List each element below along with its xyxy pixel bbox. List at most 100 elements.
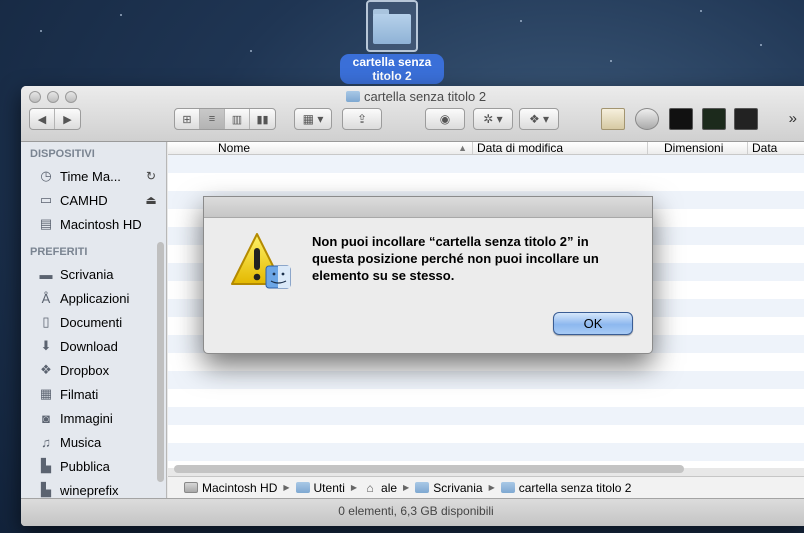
status-bar: 0 elementi, 6,3 GB disponibili <box>21 498 804 526</box>
eject-icon[interactable]: ⏏ <box>143 193 159 207</box>
window-title-text: cartella senza titolo 2 <box>363 89 487 104</box>
path-item-ale[interactable]: ⌂ ale <box>363 481 397 495</box>
icon-view-button[interactable]: ⊞ <box>175 109 200 129</box>
alert-message: Non puoi incollare “cartella senza titol… <box>312 234 599 283</box>
textedit-app-icon[interactable] <box>601 108 625 130</box>
sidebar-item-download[interactable]: ⬇ Download <box>21 334 166 358</box>
sidebar-item-label: wineprefix <box>60 482 119 498</box>
drive-icon: ▭ <box>39 192 53 207</box>
sidebar-item-musica[interactable]: ♫ Musica <box>21 430 166 454</box>
coverflow-view-button[interactable]: ▮▮ <box>250 109 275 129</box>
sidebar-item-applicazioni[interactable]: Å Applicazioni <box>21 286 166 310</box>
arrange-button[interactable]: ▦ ▾ <box>294 108 332 130</box>
terminal-app-icon[interactable] <box>669 108 693 130</box>
disk-utility-app-icon[interactable] <box>635 108 659 130</box>
sidebar-scrollbar[interactable] <box>157 242 164 482</box>
console-app-icon[interactable] <box>734 108 758 130</box>
column-data-modifica[interactable]: Data di modifica <box>473 142 648 154</box>
activity-monitor-app-icon[interactable] <box>702 108 726 130</box>
caution-icon <box>231 233 291 289</box>
action-button[interactable]: ✲ ▾ <box>473 108 513 130</box>
sidebar-item-macintosh-hd[interactable]: ▤ Macintosh HD <box>21 212 166 236</box>
sidebar-item-label: Filmati <box>60 386 99 402</box>
folder-icon: ▙ <box>41 482 51 497</box>
forward-button[interactable]: ▶ <box>55 109 80 129</box>
path-item-current-folder[interactable]: cartella senza titolo 2 <box>500 481 631 495</box>
folder-icon[interactable] <box>366 0 418 52</box>
sidebar-item-label: CAMHD <box>60 192 108 208</box>
sidebar-item-documenti[interactable]: ▯ Documenti <box>21 310 166 334</box>
public-folder-icon: ▙ <box>41 458 51 473</box>
back-button[interactable]: ◀ <box>30 109 55 129</box>
grid-icon: ⊞ <box>182 113 192 126</box>
sidebar-heading-devices: DISPOSITIVI <box>30 148 95 160</box>
toolbar-overflow-button[interactable]: » <box>789 110 797 127</box>
path-separator-icon: ▶ <box>488 483 495 492</box>
path-bar: Macintosh HD ▶ Utenti ▶ ⌂ ale ▶ Scrivania… <box>168 476 804 498</box>
column-label: Data <box>752 141 778 155</box>
time-machine-icon: ◷ <box>40 168 52 183</box>
quicklook-button[interactable]: ◉ <box>425 108 465 130</box>
column-label: Data di modifica <box>477 141 564 155</box>
ok-button[interactable]: OK <box>553 312 633 335</box>
applications-icon: Å <box>41 290 51 306</box>
list-view-button[interactable]: ≡ <box>200 109 225 129</box>
column-data[interactable]: Data <box>748 142 804 154</box>
hard-drive-icon <box>184 482 198 493</box>
sidebar-item-label: Macintosh HD <box>60 216 142 232</box>
column-nome[interactable]: Nome ▲ <box>168 142 473 154</box>
desktop-folder[interactable]: cartella senza titolo 2 <box>340 0 444 84</box>
path-item-macintosh-hd[interactable]: Macintosh HD <box>184 481 277 495</box>
dropbox-menu-button[interactable]: ❖ ▾ <box>519 108 559 130</box>
sidebar-item-label: Scrivania <box>60 266 114 282</box>
path-item-label: Scrivania <box>433 480 483 495</box>
hard-drive-icon: ▤ <box>39 216 53 231</box>
sidebar-item-label: Dropbox <box>60 362 110 378</box>
sidebar-item-dropbox[interactable]: ❖ Dropbox <box>21 358 166 382</box>
music-icon: ♫ <box>41 434 51 450</box>
sort-indicator-icon: ▲ <box>458 143 467 153</box>
path-item-label: ale <box>381 480 398 495</box>
sidebar-item-pubblica[interactable]: ▙ Pubblica <box>21 454 166 478</box>
folder-icon <box>500 482 515 493</box>
dialog-topbar <box>204 197 652 218</box>
sidebar-item-camhd[interactable]: ▭ CAMHD ⏏ <box>21 188 166 212</box>
path-item-scrivania[interactable]: Scrivania <box>415 480 483 495</box>
sidebar-item-scrivania[interactable]: ▬ Scrivania <box>21 262 166 286</box>
eye-icon: ◉ <box>439 112 451 126</box>
horizontal-scrollbar[interactable] <box>174 465 684 473</box>
coverflow-icon: ▮▮ <box>256 113 269 126</box>
download-icon: ⬇ <box>40 338 52 353</box>
path-separator-icon: ▶ <box>283 483 290 492</box>
path-item-label: Macintosh HD <box>202 480 278 495</box>
sidebar-item-time-machine[interactable]: ◷ Time Ma... ↻ <box>21 164 166 188</box>
folder-icon <box>415 482 430 493</box>
sidebar-item-label: Time Ma... <box>60 168 121 184</box>
column-header: Nome ▲ Data di modifica Dimensioni Data <box>168 142 804 155</box>
chevron-left-icon: ◀ <box>37 113 47 126</box>
column-view-button[interactable]: ▥ <box>225 109 250 129</box>
column-label: Nome <box>218 141 251 155</box>
desktop-folder-label[interactable]: cartella senza titolo 2 <box>340 54 444 84</box>
sidebar: DISPOSITIVI ◷ Time Ma... ↻ ▭ CAMHD ⏏ ▤ M… <box>21 142 167 498</box>
home-icon: ⌂ <box>366 480 374 495</box>
column-dimensioni[interactable]: Dimensioni <box>648 142 748 154</box>
sidebar-item-label: Download <box>60 338 118 354</box>
share-button[interactable]: ⇪ <box>342 108 382 130</box>
folder-icon <box>345 91 360 102</box>
sidebar-item-label: Applicazioni <box>60 290 130 306</box>
sidebar-item-label: Musica <box>60 434 102 450</box>
chevron-right-icon: ▶ <box>63 113 72 126</box>
sidebar-item-label: Documenti <box>60 314 123 330</box>
path-separator-icon: ▶ <box>403 483 410 492</box>
sidebar-item-label: Pubblica <box>60 458 110 474</box>
path-item-label: Utenti <box>313 480 345 495</box>
sidebar-item-filmati[interactable]: ▦ Filmati <box>21 382 166 406</box>
sync-icon[interactable]: ↻ <box>143 169 159 183</box>
gear-icon: ✲ ▾ <box>483 112 503 126</box>
path-item-utenti[interactable]: Utenti <box>295 480 345 495</box>
view-switcher: ⊞ ≡ ▥ ▮▮ <box>174 108 276 130</box>
sidebar-item-immagini[interactable]: ◙ Immagini <box>21 406 166 430</box>
folder-icon <box>295 482 310 493</box>
share-icon: ⇪ <box>356 112 368 126</box>
